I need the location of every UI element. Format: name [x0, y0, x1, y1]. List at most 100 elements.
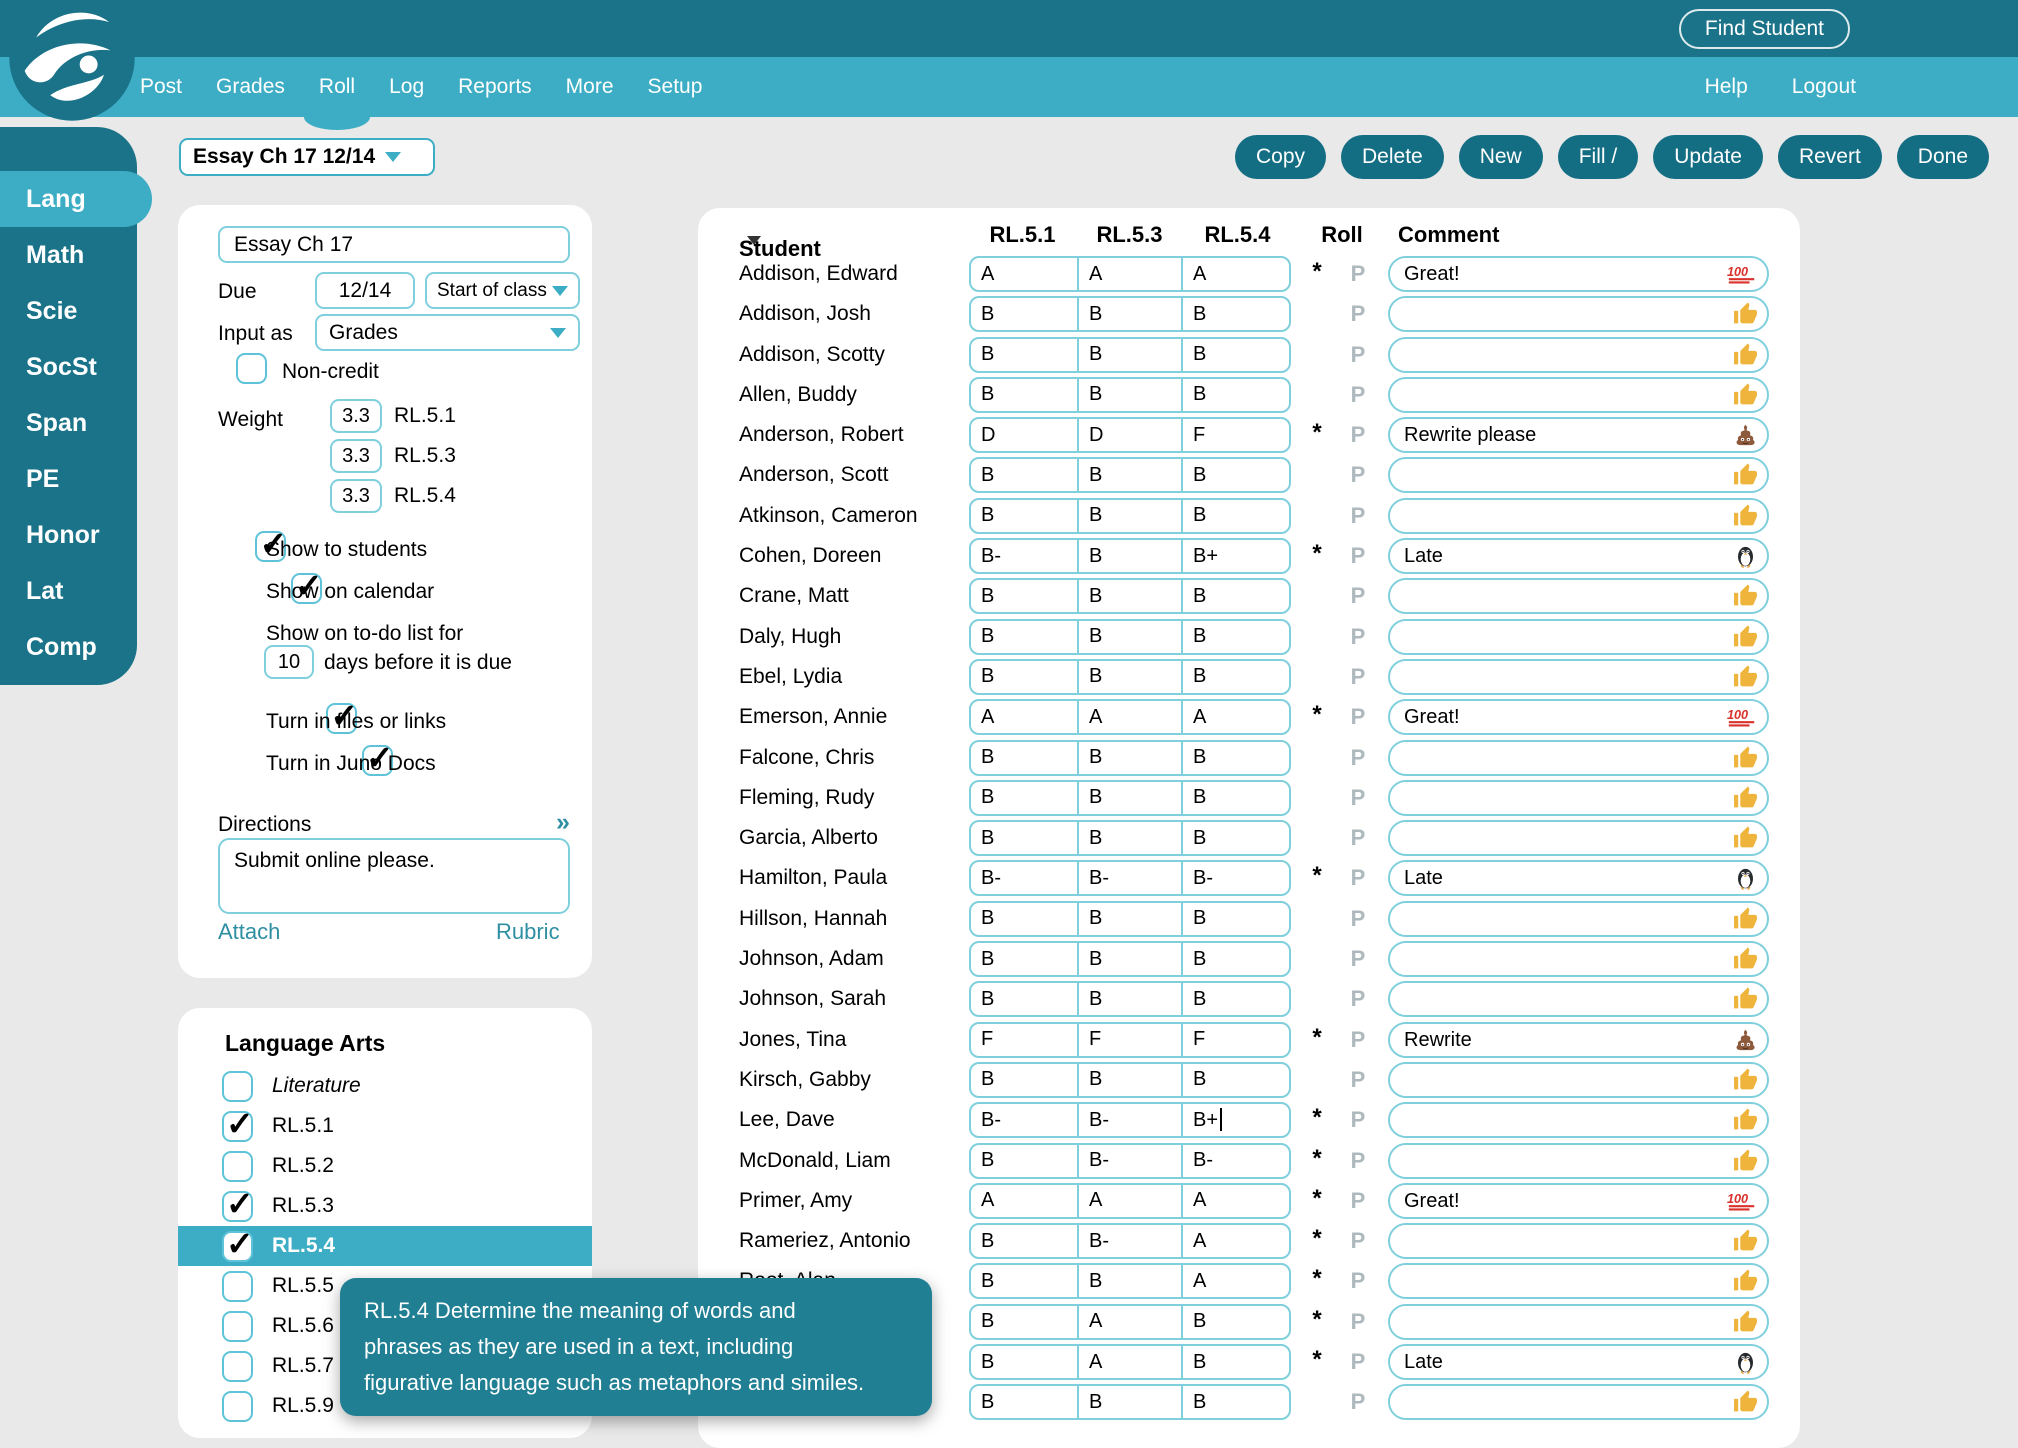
- thumbsup-icon[interactable]: [1733, 624, 1758, 649]
- grade-input[interactable]: B: [971, 661, 1077, 693]
- roll-status[interactable]: P: [1344, 901, 1372, 937]
- sidebar-item[interactable]: Lat: [0, 563, 152, 619]
- grade-input[interactable]: B: [971, 621, 1077, 653]
- grade-input[interactable]: B: [1077, 1265, 1183, 1297]
- nav-item[interactable]: Setup: [648, 57, 703, 117]
- comment-input[interactable]: Rewrite please: [1388, 417, 1769, 453]
- grade-input[interactable]: D: [1077, 419, 1183, 451]
- comment-input[interactable]: Late: [1388, 538, 1769, 574]
- grade-input[interactable]: B: [1077, 943, 1183, 975]
- grade-input[interactable]: B: [1077, 903, 1183, 935]
- grade-input[interactable]: B: [1077, 742, 1183, 774]
- grade-input[interactable]: B: [1183, 943, 1289, 975]
- grade-input[interactable]: B: [1077, 782, 1183, 814]
- standard-row[interactable]: RL.5.2: [178, 1146, 592, 1186]
- sidebar-item[interactable]: SocSt: [0, 339, 152, 395]
- nav-item[interactable]: Reports: [458, 57, 532, 117]
- hundred-icon[interactable]: 100: [1726, 264, 1758, 285]
- grade-input[interactable]: A: [1077, 1346, 1183, 1378]
- sidebar-item[interactable]: Scie: [0, 283, 152, 339]
- sidebar-item[interactable]: Math: [0, 227, 152, 283]
- grade-input[interactable]: B: [1183, 983, 1289, 1015]
- grade-input[interactable]: B: [1077, 1064, 1183, 1096]
- grade-input[interactable]: B-: [1077, 1104, 1183, 1136]
- roll-status[interactable]: P: [1344, 1062, 1372, 1098]
- grade-input[interactable]: A: [1077, 701, 1183, 733]
- roll-status[interactable]: P: [1344, 780, 1372, 816]
- comment-input[interactable]: [1388, 1384, 1769, 1420]
- penguin-icon[interactable]: [1733, 866, 1758, 891]
- roll-status[interactable]: P: [1344, 659, 1372, 695]
- standard-checkbox[interactable]: [222, 1351, 253, 1382]
- thumbsup-icon[interactable]: [1733, 342, 1758, 367]
- grade-input[interactable]: A: [1183, 1225, 1289, 1257]
- grade-input[interactable]: A: [1183, 701, 1289, 733]
- weight-input[interactable]: 3.3: [330, 399, 382, 433]
- grade-input[interactable]: A: [971, 258, 1077, 290]
- hundred-icon[interactable]: 100: [1726, 707, 1758, 728]
- grade-input[interactable]: B: [1077, 822, 1183, 854]
- grade-input[interactable]: B: [971, 500, 1077, 532]
- grade-input[interactable]: B: [1183, 379, 1289, 411]
- comment-input[interactable]: [1388, 337, 1769, 373]
- roll-status[interactable]: P: [1344, 820, 1372, 856]
- grade-input[interactable]: B-: [1183, 862, 1289, 894]
- grade-input[interactable]: B: [971, 1386, 1077, 1418]
- grade-input[interactable]: B: [1077, 339, 1183, 371]
- grade-input[interactable]: B: [971, 903, 1077, 935]
- toolbar-button[interactable]: Fill /: [1558, 135, 1639, 179]
- thumbsup-icon[interactable]: [1733, 987, 1758, 1012]
- grade-input[interactable]: B-: [1183, 1145, 1289, 1177]
- standard-checkbox[interactable]: [222, 1231, 253, 1262]
- grade-input[interactable]: B: [1183, 1346, 1289, 1378]
- standard-checkbox[interactable]: [222, 1111, 253, 1142]
- roll-status[interactable]: P: [1344, 296, 1372, 332]
- roll-status[interactable]: P: [1344, 457, 1372, 493]
- penguin-icon[interactable]: [1733, 544, 1758, 569]
- comment-input[interactable]: [1388, 1263, 1769, 1299]
- grade-input[interactable]: B-: [1077, 1145, 1183, 1177]
- grade-input[interactable]: B: [1183, 298, 1289, 330]
- thumbsup-icon[interactable]: [1733, 382, 1758, 407]
- comment-input[interactable]: Great! 100: [1388, 256, 1769, 292]
- grade-input[interactable]: F: [1077, 1024, 1183, 1056]
- roll-status[interactable]: P: [1344, 417, 1372, 453]
- grade-input[interactable]: B: [1077, 983, 1183, 1015]
- standard-checkbox[interactable]: [222, 1391, 253, 1422]
- roll-status[interactable]: P: [1344, 619, 1372, 655]
- grade-input[interactable]: B: [1077, 500, 1183, 532]
- grade-input[interactable]: B: [971, 1346, 1077, 1378]
- nav-item[interactable]: Logout: [1792, 57, 1856, 117]
- thumbsup-icon[interactable]: [1733, 906, 1758, 931]
- grade-input[interactable]: B: [971, 742, 1077, 774]
- comment-input[interactable]: [1388, 1143, 1769, 1179]
- grade-input[interactable]: B+: [1183, 1104, 1289, 1136]
- toolbar-button[interactable]: Done: [1897, 135, 1989, 179]
- app-logo[interactable]: [8, 0, 136, 122]
- nav-item[interactable]: Post: [140, 57, 182, 117]
- grade-input[interactable]: B-: [971, 540, 1077, 572]
- toolbar-button[interactable]: New: [1459, 135, 1543, 179]
- grade-input[interactable]: B: [1077, 379, 1183, 411]
- grade-input[interactable]: B-: [1077, 1225, 1183, 1257]
- grade-input[interactable]: B: [1183, 742, 1289, 774]
- grade-input[interactable]: A: [971, 1185, 1077, 1217]
- grade-input[interactable]: B: [971, 459, 1077, 491]
- comment-input[interactable]: Great! 100: [1388, 1183, 1769, 1219]
- nav-item[interactable]: Help: [1705, 57, 1748, 117]
- standard-row[interactable]: RL.5.1: [178, 1106, 592, 1146]
- grade-input[interactable]: B: [1183, 1386, 1289, 1418]
- grade-input[interactable]: F: [1183, 419, 1289, 451]
- grade-input[interactable]: B: [1183, 580, 1289, 612]
- comment-input[interactable]: Rewrite: [1388, 1022, 1769, 1058]
- grade-input[interactable]: D: [971, 419, 1077, 451]
- thumbsup-icon[interactable]: [1733, 1390, 1758, 1415]
- due-date-input[interactable]: 12/14: [315, 272, 415, 309]
- roll-status[interactable]: P: [1344, 498, 1372, 534]
- roll-status[interactable]: P: [1344, 256, 1372, 292]
- grade-input[interactable]: A: [971, 701, 1077, 733]
- sidebar-item[interactable]: PE: [0, 451, 152, 507]
- roll-status[interactable]: P: [1344, 377, 1372, 413]
- thumbsup-icon[interactable]: [1733, 463, 1758, 488]
- comment-input[interactable]: [1388, 457, 1769, 493]
